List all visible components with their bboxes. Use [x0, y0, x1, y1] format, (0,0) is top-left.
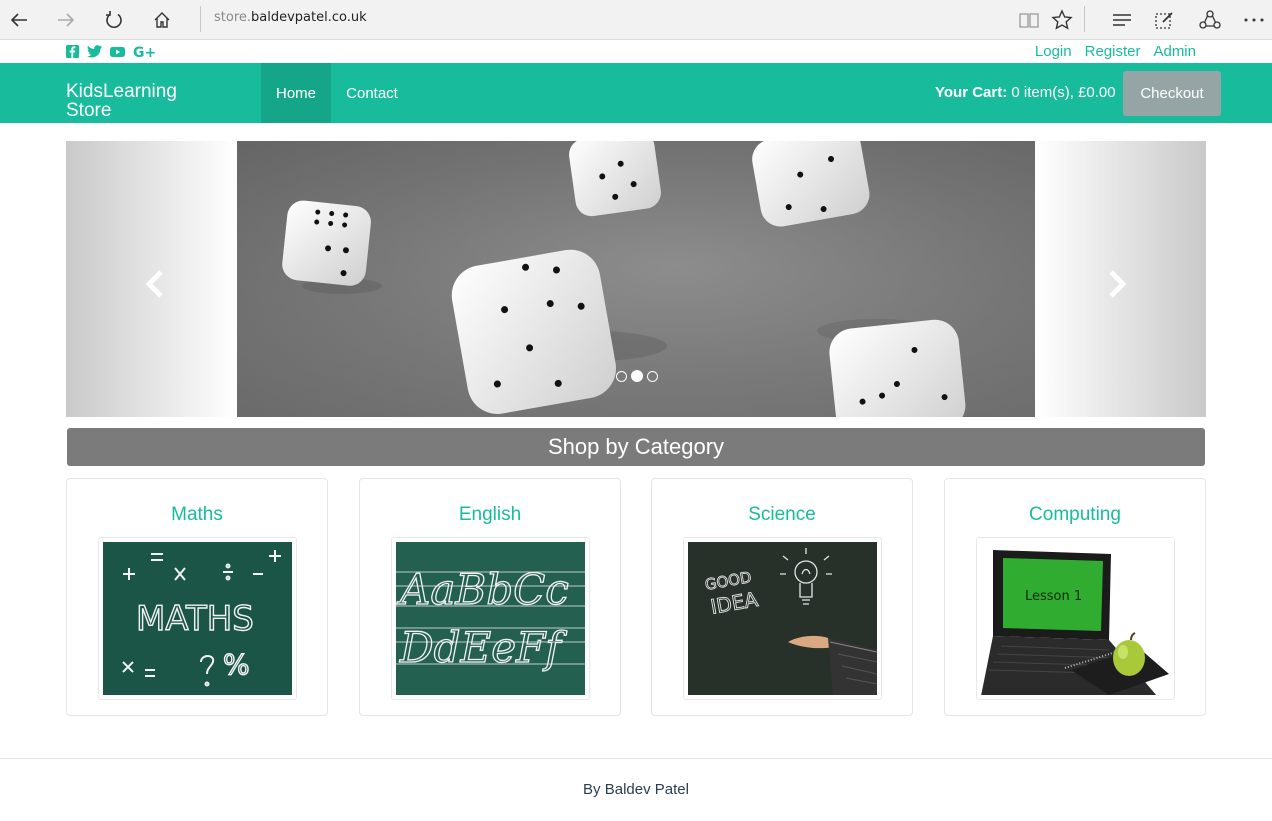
cart-value: 0 item(s), £0.00 — [1011, 84, 1116, 101]
main-navbar: KidsLearning Store Home Contact Your Car… — [0, 63, 1272, 123]
carousel-indicator-3[interactable] — [647, 370, 658, 382]
url-domain: baldevpatel.co.uk — [251, 10, 367, 25]
home-icon[interactable] — [148, 6, 176, 34]
web-note-icon[interactable] — [1150, 6, 1178, 34]
maths-chalk-text: MATHS — [136, 599, 254, 639]
category-image-science[interactable]: GOOD IDEA — [683, 537, 882, 700]
english-chalk-row-2: DdEeFf — [399, 623, 567, 672]
cart-label: Your Cart: — [935, 84, 1008, 101]
carousel-indicators — [616, 370, 658, 382]
hero-carousel — [66, 141, 1206, 417]
category-title-english[interactable]: English — [360, 504, 620, 526]
login-link[interactable]: Login — [1035, 43, 1072, 60]
svg-text:G+: G+ — [133, 45, 155, 58]
carousel-next-icon[interactable] — [1104, 269, 1128, 299]
carousel-prev-icon[interactable] — [144, 269, 168, 299]
brand-line-2: Store — [66, 100, 112, 121]
english-chalk-row-1: AaBbCc — [396, 565, 569, 614]
reading-view-icon[interactable] — [1015, 6, 1043, 34]
twitter-icon[interactable] — [87, 45, 102, 58]
register-link[interactable]: Register — [1085, 43, 1141, 60]
refresh-icon[interactable] — [100, 6, 128, 34]
carousel-indicator-1[interactable] — [616, 370, 627, 382]
facebook-icon[interactable] — [66, 45, 79, 58]
svg-text:%: % — [223, 648, 250, 681]
google-plus-icon[interactable]: G+ — [133, 45, 155, 58]
address-separator — [200, 6, 201, 32]
social-links: G+ — [66, 45, 155, 58]
forward-icon[interactable] — [52, 6, 80, 34]
address-bar[interactable]: store.baldevpatel.co.uk — [214, 10, 367, 25]
brand-line-1: KidsLearning — [66, 81, 177, 102]
carousel-indicator-2[interactable] — [631, 370, 643, 382]
footer-text: By Baldev Patel — [583, 781, 689, 798]
url-prefix: store. — [214, 10, 252, 25]
category-heading: Shop by Category — [67, 428, 1205, 466]
account-links: Login Register Admin — [1035, 43, 1196, 60]
category-card-science[interactable]: Science GOOD IDEA — [651, 478, 913, 716]
youtube-icon[interactable] — [110, 46, 125, 58]
brand-logo[interactable]: KidsLearning Store — [66, 82, 216, 120]
favorite-star-icon[interactable] — [1048, 6, 1076, 34]
hub-icon[interactable] — [1108, 6, 1136, 34]
nav-home[interactable]: Home — [261, 63, 331, 123]
checkout-button[interactable]: Checkout — [1123, 71, 1221, 116]
more-icon[interactable] — [1240, 6, 1268, 34]
cart-summary[interactable]: Your Cart: 0 item(s), £0.00 — [935, 84, 1116, 101]
category-image-english[interactable]: AaBbCc DdEeFf — [391, 537, 590, 700]
top-strip: G+ Login Register Admin — [0, 40, 1272, 63]
category-card-english[interactable]: English AaBbCc DdEeFf — [359, 478, 621, 716]
share-icon[interactable] — [1196, 6, 1224, 34]
category-card-computing[interactable]: Computing Lesson 1 — [944, 478, 1206, 716]
computing-screen-text: Lesson 1 — [1025, 589, 1082, 604]
footer-divider — [0, 758, 1272, 759]
category-card-maths[interactable]: Maths MATHS % — [66, 478, 328, 716]
toolbar-separator — [1084, 6, 1085, 32]
category-title-maths[interactable]: Maths — [67, 504, 327, 526]
category-title-science[interactable]: Science — [652, 504, 912, 526]
nav-contact[interactable]: Contact — [331, 63, 413, 123]
category-image-maths[interactable]: MATHS % — [98, 537, 297, 700]
back-icon[interactable] — [5, 6, 33, 34]
category-image-computing[interactable]: Lesson 1 — [976, 537, 1175, 700]
category-title-computing[interactable]: Computing — [945, 504, 1205, 526]
browser-toolbar: store.baldevpatel.co.uk — [0, 0, 1272, 40]
admin-link[interactable]: Admin — [1153, 43, 1196, 60]
